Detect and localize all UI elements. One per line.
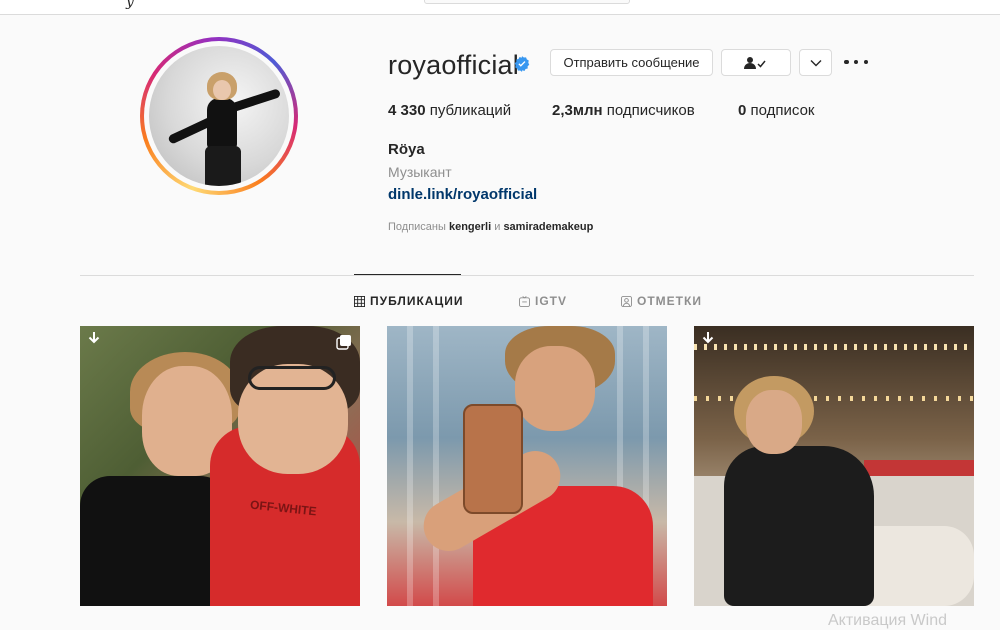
post-thumbnail[interactable]	[694, 326, 974, 606]
bio-link[interactable]: dinle.link/royaofficial	[388, 186, 537, 203]
chevron-down-icon	[810, 59, 821, 66]
windows-activation-watermark: Активация Wind	[828, 612, 947, 629]
posts-count: 4 330 публикаций	[388, 102, 512, 119]
tab-tagged[interactable]: ОТМЕТКИ	[621, 294, 702, 308]
verified-badge-icon	[514, 56, 530, 72]
following-button[interactable]	[721, 49, 791, 76]
tab-posts[interactable]: ПУБЛИКАЦИИ	[354, 294, 463, 308]
grid-icon	[354, 295, 365, 307]
followers-count[interactable]: 2,3млн подписчиков	[552, 102, 695, 119]
tagged-icon	[621, 295, 632, 307]
download-arrow-icon[interactable]	[86, 330, 102, 346]
top-navigation-bar: y	[0, 0, 1000, 15]
profile-category: Музыкант	[388, 164, 452, 180]
download-arrow-icon[interactable]	[700, 330, 716, 346]
send-message-button[interactable]: Отправить сообщение	[550, 49, 713, 76]
suggested-accounts-button[interactable]	[799, 49, 832, 76]
avatar[interactable]	[149, 46, 289, 186]
options-ellipsis-icon[interactable]	[844, 52, 868, 72]
person-check-icon	[744, 56, 766, 69]
search-input[interactable]	[424, 0, 630, 4]
instagram-logo[interactable]: y	[126, 0, 134, 10]
profile-avatar-story-ring[interactable]	[140, 37, 298, 195]
tab-igtv[interactable]: IGTV	[519, 294, 567, 308]
following-count[interactable]: 0 подписок	[738, 102, 814, 119]
post-thumbnail[interactable]: OFF-WHITE	[80, 326, 360, 606]
active-tab-indicator	[354, 274, 461, 275]
tabs-divider	[80, 275, 974, 276]
followed-by-text[interactable]: Подписаны kengerli и samirademakeup	[388, 221, 593, 233]
profile-full-name: Röya	[388, 141, 425, 158]
multiple-photos-icon	[336, 335, 351, 350]
igtv-icon	[519, 295, 530, 307]
phone-in-photo	[463, 404, 523, 514]
post-thumbnail[interactable]	[387, 326, 667, 606]
profile-username: royaofficial	[388, 50, 519, 80]
